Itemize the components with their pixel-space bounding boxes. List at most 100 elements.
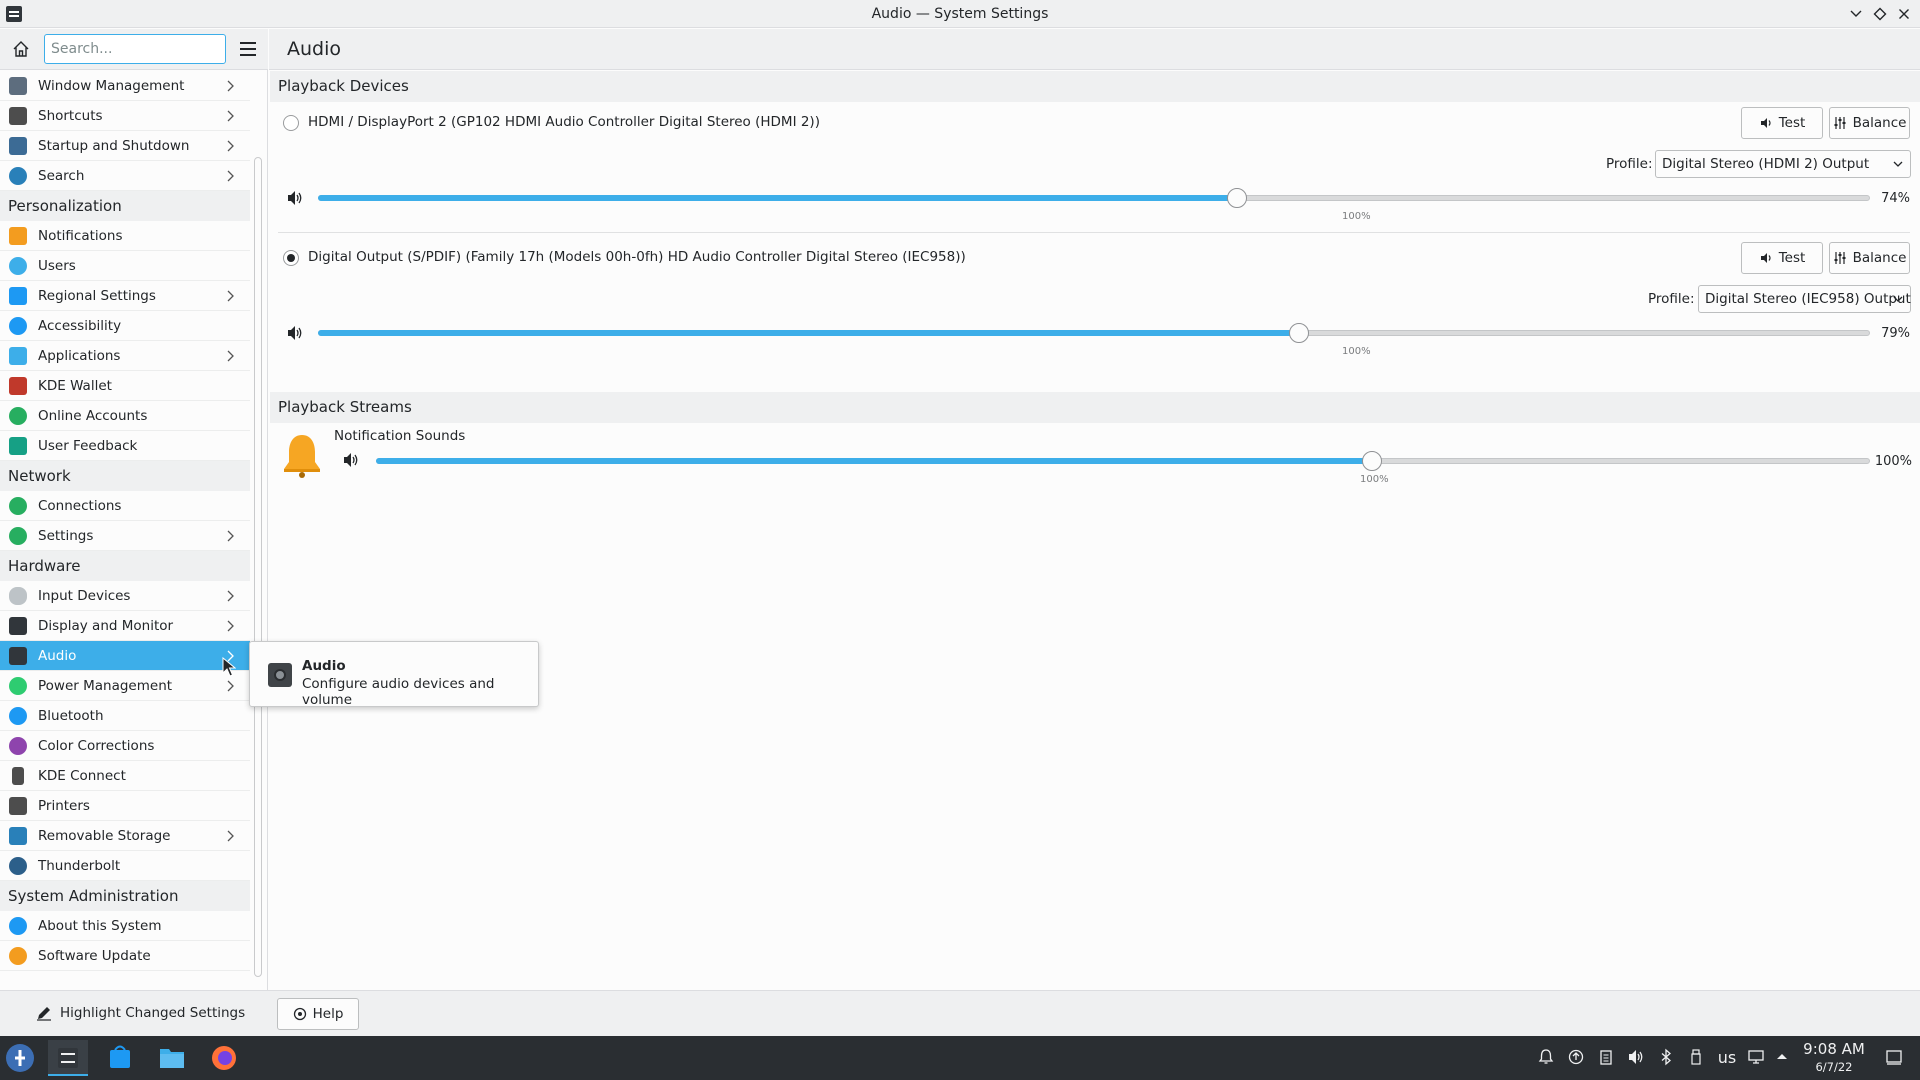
tray-updates-icon[interactable] [1566, 1048, 1586, 1068]
sidebar-item-bluetooth[interactable]: Bluetooth [0, 701, 250, 731]
volume-percent-hdmi: 74% [1881, 191, 1910, 206]
taskbar-dolphin[interactable] [152, 1040, 192, 1076]
volume-slider-handle[interactable] [1227, 188, 1247, 208]
tooltip-title: Audio [302, 658, 346, 674]
volume-100-mark-spdif: 100% [1342, 346, 1371, 357]
sidebar-item-network-settings[interactable]: Settings [0, 521, 250, 551]
device-radio-hdmi[interactable] [283, 115, 299, 131]
close-button[interactable] [1894, 4, 1914, 24]
sidebar-item-window-management[interactable]: Window Management [0, 71, 250, 101]
tray-network-icon[interactable] [1746, 1048, 1766, 1068]
sidebar-scrollbar[interactable] [254, 157, 262, 977]
balance-button-spdif[interactable]: Balance [1829, 242, 1910, 274]
volume-slider-notification-sounds[interactable] [376, 451, 1870, 471]
volume-icon[interactable] [286, 190, 304, 206]
diamond-icon [1873, 7, 1887, 21]
taskbar-system-settings[interactable] [48, 1040, 88, 1076]
sidebar-item-startup-and-shutdown[interactable]: Startup and Shutdown [0, 131, 250, 161]
tray-expand-icon[interactable] [1772, 1048, 1792, 1068]
volume-100-mark-notification-sounds: 100% [1360, 474, 1389, 485]
sidebar-tooltip: Audio Configure audio devices and volume [249, 641, 539, 708]
sidebar-item-connections[interactable]: Connections [0, 491, 250, 521]
balance-button-hdmi[interactable]: Balance [1829, 107, 1910, 139]
startup-icon [9, 136, 27, 155]
close-icon [1899, 9, 1909, 19]
sidebar-item-color-corrections[interactable]: Color Corrections [0, 731, 250, 761]
pencil-icon [37, 1007, 51, 1021]
volume-slider-handle[interactable] [1289, 323, 1309, 343]
sidebar-item-power-management[interactable]: Power Management [0, 671, 250, 701]
bell-icon [9, 226, 27, 245]
speaker-icon [1760, 118, 1771, 128]
home-icon [13, 41, 29, 57]
volume-slider-handle[interactable] [1362, 451, 1382, 471]
monitor-icon [9, 616, 27, 635]
tray-notifications-icon[interactable] [1536, 1048, 1556, 1068]
volume-slider-spdif[interactable] [318, 323, 1870, 343]
highlight-changed-settings-button[interactable]: Highlight Changed Settings [36, 998, 245, 1028]
tray-volume-icon[interactable] [1626, 1048, 1646, 1068]
home-button[interactable] [10, 38, 32, 60]
volume-icon[interactable] [342, 452, 360, 468]
speaker-icon [9, 646, 27, 665]
sidebar: Window Management Shortcuts Startup and … [0, 29, 268, 990]
sidebar-item-removable-storage[interactable]: Removable Storage [0, 821, 250, 851]
speaker-icon [1760, 253, 1771, 263]
sidebar-item-kde-wallet[interactable]: KDE Wallet [0, 371, 250, 401]
bell-icon [284, 435, 320, 478]
bell-icon [1538, 1049, 1554, 1064]
sidebar-item-accessibility[interactable]: Accessibility [0, 311, 250, 341]
feedback-icon [9, 436, 27, 455]
device-radio-spdif[interactable] [283, 250, 299, 266]
tray-usb-icon[interactable] [1686, 1048, 1706, 1068]
application-launcher-button[interactable] [2, 1040, 42, 1076]
device-name-spdif: Digital Output (S/PDIF) (Family 17h (Mod… [308, 249, 966, 265]
bluetooth-icon [1661, 1048, 1671, 1066]
sidebar-item-display-and-monitor[interactable]: Display and Monitor [0, 611, 250, 641]
color-icon [9, 736, 27, 755]
sidebar-item-regional-settings[interactable]: Regional Settings [0, 281, 250, 311]
sidebar-item-software-update[interactable]: Software Update [0, 941, 250, 971]
sidebar-item-thunderbolt[interactable]: Thunderbolt [0, 851, 250, 881]
show-desktop-button[interactable] [1884, 1048, 1904, 1068]
tray-keyboard-layout[interactable]: us [1714, 1048, 1740, 1068]
search-input[interactable] [44, 34, 226, 64]
clock-date[interactable]: 6/7/22 [1794, 1060, 1874, 1074]
sidebar-item-users[interactable]: Users [0, 251, 250, 281]
help-button[interactable]: Help [277, 998, 359, 1030]
clock-time[interactable]: 9:08 AM [1794, 1040, 1874, 1058]
accessibility-icon [9, 316, 27, 335]
sidebar-item-audio[interactable]: Audio [0, 641, 250, 671]
profile-select-spdif[interactable]: Digital Stereo (IEC958) Output [1698, 285, 1911, 313]
search-icon [9, 166, 27, 185]
sidebar-item-user-feedback[interactable]: User Feedback [0, 431, 250, 461]
test-button-spdif[interactable]: Test [1741, 242, 1823, 274]
sidebar-item-kde-connect[interactable]: KDE Connect [0, 761, 250, 791]
sidebar-item-about-this-system[interactable]: About this System [0, 911, 250, 941]
hamburger-menu-button[interactable] [238, 39, 258, 59]
globe-icon [9, 406, 27, 425]
tray-clipboard-icon[interactable] [1596, 1048, 1616, 1068]
flag-icon [9, 286, 27, 305]
volume-slider-hdmi[interactable] [318, 188, 1870, 208]
sidebar-item-input-devices[interactable]: Input Devices [0, 581, 250, 611]
sidebar-item-notifications[interactable]: Notifications [0, 221, 250, 251]
sidebar-item-online-accounts[interactable]: Online Accounts [0, 401, 250, 431]
sidebar-item-printers[interactable]: Printers [0, 791, 250, 821]
sidebar-item-applications[interactable]: Applications [0, 341, 250, 371]
sidebar-item-search[interactable]: Search [0, 161, 250, 191]
maximize-button[interactable] [1870, 4, 1890, 24]
taskbar-firefox[interactable] [204, 1040, 244, 1076]
test-button-hdmi[interactable]: Test [1741, 107, 1823, 139]
volume-icon[interactable] [286, 325, 304, 341]
profile-select-hdmi[interactable]: Digital Stereo (HDMI 2) Output [1655, 150, 1911, 178]
taskbar-discover[interactable] [100, 1040, 140, 1076]
firefox-icon [212, 1046, 236, 1070]
device-name-hdmi: HDMI / DisplayPort 2 (GP102 HDMI Audio C… [308, 114, 820, 130]
sidebar-item-shortcuts[interactable]: Shortcuts [0, 101, 250, 131]
tray-bluetooth-icon[interactable] [1656, 1048, 1676, 1068]
chevron-down-icon [1850, 10, 1862, 17]
chevron-right-icon [227, 80, 234, 91]
desktop-icon [1886, 1050, 1902, 1065]
minimize-button[interactable] [1846, 4, 1866, 24]
